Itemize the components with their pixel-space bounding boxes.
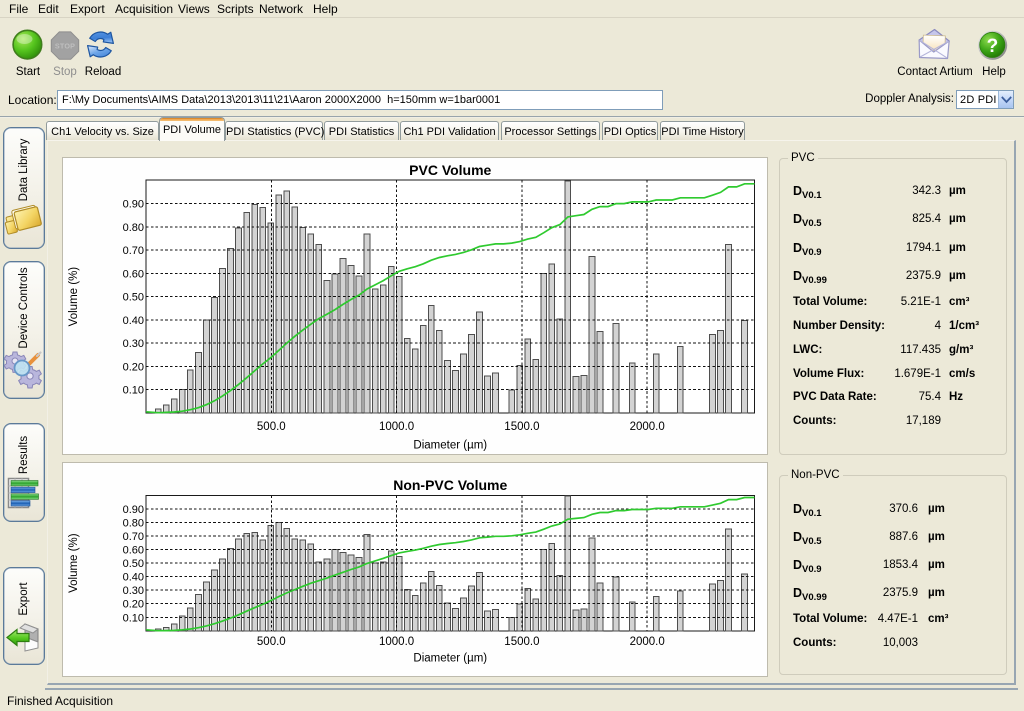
svg-text:0.90: 0.90 <box>123 199 144 211</box>
svg-text:2000.0: 2000.0 <box>630 636 665 648</box>
svg-text:0.60: 0.60 <box>123 545 144 557</box>
svg-text:PVC Volume: PVC Volume <box>409 162 491 178</box>
svg-text:0.80: 0.80 <box>123 222 144 234</box>
svg-text:0.90: 0.90 <box>123 504 144 516</box>
svg-text:0.30: 0.30 <box>123 338 144 350</box>
svg-text:500.0: 500.0 <box>257 421 286 433</box>
svg-text:1500.0: 1500.0 <box>504 636 539 648</box>
svg-text:0.30: 0.30 <box>123 585 144 597</box>
svg-text:0.70: 0.70 <box>123 531 144 543</box>
svg-text:1000.0: 1000.0 <box>379 636 414 648</box>
svg-text:?: ? <box>987 36 999 57</box>
svg-text:0.10: 0.10 <box>123 612 144 624</box>
svg-text:Diameter (µm): Diameter (µm) <box>413 440 487 452</box>
svg-text:0.60: 0.60 <box>123 268 144 280</box>
svg-text:0.70: 0.70 <box>123 245 144 257</box>
svg-text:0.50: 0.50 <box>123 292 144 304</box>
svg-text:Volume (%): Volume (%) <box>68 533 80 593</box>
svg-text:2000.0: 2000.0 <box>630 421 665 433</box>
svg-text:0.10: 0.10 <box>123 385 144 397</box>
svg-text:500.0: 500.0 <box>257 636 286 648</box>
svg-text:1500.0: 1500.0 <box>504 421 539 433</box>
svg-text:0.40: 0.40 <box>123 315 144 327</box>
svg-text:0.20: 0.20 <box>123 361 144 373</box>
svg-text:0.80: 0.80 <box>123 518 144 530</box>
svg-text:Non-PVC Volume: Non-PVC Volume <box>393 477 507 493</box>
svg-text:Diameter (µm): Diameter (µm) <box>413 653 487 665</box>
svg-text:1000.0: 1000.0 <box>379 421 414 433</box>
svg-text:STOP: STOP <box>55 42 75 51</box>
svg-text:0.20: 0.20 <box>123 599 144 611</box>
svg-text:Volume (%): Volume (%) <box>68 267 80 327</box>
svg-text:0.50: 0.50 <box>123 558 144 570</box>
svg-text:0.40: 0.40 <box>123 572 144 584</box>
